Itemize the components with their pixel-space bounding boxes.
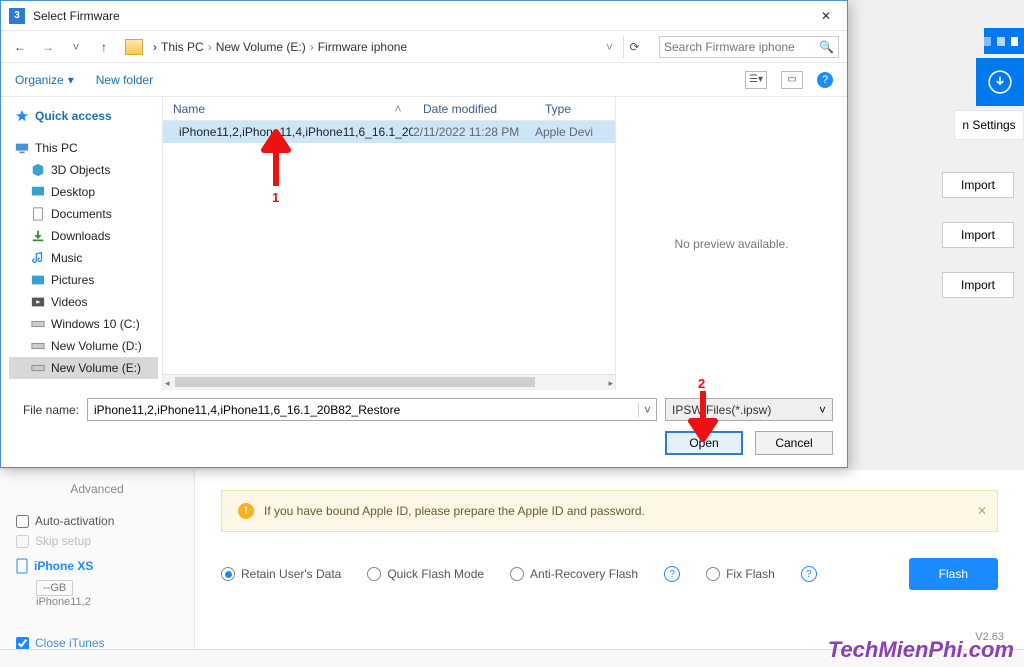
annotation-number-1: 1 xyxy=(272,190,279,205)
flash-options-row: Retain User's Data Quick Flash Mode Anti… xyxy=(221,558,998,590)
file-name-input[interactable]: ˅ xyxy=(87,398,657,421)
banner-close-icon[interactable]: ✕ xyxy=(977,504,987,518)
tree-music[interactable]: Music xyxy=(9,247,158,269)
new-folder-button[interactable]: New folder xyxy=(96,73,153,87)
dialog-title: Select Firmware xyxy=(33,9,813,23)
organize-menu[interactable]: Organize ▾ xyxy=(15,73,74,87)
help-icon-1[interactable]: ? xyxy=(664,566,680,582)
app-right-panel: ! If you have bound Apple ID, please pre… xyxy=(195,470,1024,649)
taskbar xyxy=(0,649,1024,667)
version-label: V2.63 xyxy=(975,631,1004,643)
file-list[interactable]: Name ˄ Date modified Type iPhone11,2,iPh… xyxy=(163,97,615,390)
tree-drive-e[interactable]: New Volume (E:) xyxy=(9,357,158,379)
apple-id-banner: ! If you have bound Apple ID, please pre… xyxy=(221,490,998,532)
bg-settings-tab[interactable]: n Settings xyxy=(954,110,1024,140)
tree-pictures[interactable]: Pictures xyxy=(9,269,158,291)
search-icon: 🔍 xyxy=(819,40,834,54)
tree-3d-objects[interactable]: 3D Objects xyxy=(9,159,158,181)
file-name-label: File name: xyxy=(15,403,79,417)
cancel-button[interactable]: Cancel xyxy=(755,431,833,455)
tree-this-pc[interactable]: This PC xyxy=(9,137,158,159)
close-icon[interactable]: ✕ xyxy=(813,3,839,29)
app-lower-panel: Advanced Auto-activation Skip setup iPho… xyxy=(0,470,1024,649)
recent-dropdown[interactable]: ˅ xyxy=(65,36,87,58)
breadcrumb[interactable]: ›This PC› New Volume (E:)› Firmware ipho… xyxy=(153,40,613,54)
preview-pane: No preview available. xyxy=(615,97,847,390)
up-icon[interactable]: ↑ xyxy=(93,36,115,58)
radio-retain-data[interactable]: Retain User's Data xyxy=(221,567,341,581)
tree-drive-d[interactable]: New Volume (D:) xyxy=(9,335,158,357)
tree-downloads[interactable]: Downloads xyxy=(9,225,158,247)
horizontal-scrollbar[interactable]: ◂▸ xyxy=(163,374,615,390)
bg-window-controls xyxy=(984,28,1024,54)
search-input[interactable]: 🔍 xyxy=(659,36,839,58)
radio-fix-flash[interactable]: Fix Flash xyxy=(706,567,775,581)
preview-pane-button[interactable]: ▭ xyxy=(781,71,803,89)
help-icon-2[interactable]: ? xyxy=(801,566,817,582)
bg-import-button-2[interactable]: Import xyxy=(942,222,1014,248)
device-name: iPhone XS xyxy=(16,558,178,574)
device-model: iPhone11,2 xyxy=(36,596,178,608)
radio-anti-recovery[interactable]: Anti-Recovery Flash xyxy=(510,567,638,581)
close-itunes-checkbox[interactable]: Close iTunes xyxy=(16,636,178,650)
annotation-arrow-1 xyxy=(259,128,293,186)
bg-download-icon[interactable] xyxy=(976,58,1024,106)
app-icon: 3 xyxy=(9,8,25,24)
file-dialog: 3 Select Firmware ✕ ← → ˅ ↑ ›This PC› Ne… xyxy=(0,0,848,468)
refresh-icon[interactable]: ⟳ xyxy=(623,36,645,58)
view-mode-button[interactable]: ☰▾ xyxy=(745,71,767,89)
annotation-number-2: 2 xyxy=(698,376,705,391)
column-headers[interactable]: Name ˄ Date modified Type xyxy=(163,97,615,121)
bg-import-button-1[interactable]: Import xyxy=(942,172,1014,198)
tree-desktop[interactable]: Desktop xyxy=(9,181,158,203)
warning-icon: ! xyxy=(238,503,254,519)
advanced-label: Advanced xyxy=(16,482,178,496)
skip-setup-checkbox[interactable]: Skip setup xyxy=(16,534,178,548)
chevron-down-icon[interactable]: ˅ xyxy=(638,403,656,417)
dialog-nav: ← → ˅ ↑ ›This PC› New Volume (E:)› Firmw… xyxy=(1,31,847,63)
annotation-arrow-2 xyxy=(686,391,720,443)
dialog-toolbar: Organize ▾ New folder ☰▾ ▭ ? xyxy=(1,63,847,97)
file-row[interactable]: iPhone11,2,iPhone11,4,iPhone11,6_16.1_20… xyxy=(163,121,615,143)
auto-activation-checkbox[interactable]: Auto-activation xyxy=(16,514,178,528)
device-capacity: --GB xyxy=(36,580,73,596)
forward-icon[interactable]: → xyxy=(37,36,59,58)
back-icon[interactable]: ← xyxy=(9,36,31,58)
help-icon[interactable]: ? xyxy=(817,72,833,88)
tree-drive-c[interactable]: Windows 10 (C:) xyxy=(9,313,158,335)
tree-documents[interactable]: Documents xyxy=(9,203,158,225)
tree-videos[interactable]: Videos xyxy=(9,291,158,313)
bg-import-button-3[interactable]: Import xyxy=(942,272,1014,298)
radio-quick-flash[interactable]: Quick Flash Mode xyxy=(367,567,484,581)
flash-button[interactable]: Flash xyxy=(909,558,998,590)
folder-icon xyxy=(125,39,143,55)
tree-quick-access[interactable]: Quick access xyxy=(9,105,158,127)
dialog-titlebar: 3 Select Firmware ✕ xyxy=(1,1,847,31)
nav-tree[interactable]: Quick access This PC 3D Objects Desktop … xyxy=(1,97,163,390)
app-left-panel: Advanced Auto-activation Skip setup iPho… xyxy=(0,470,195,649)
